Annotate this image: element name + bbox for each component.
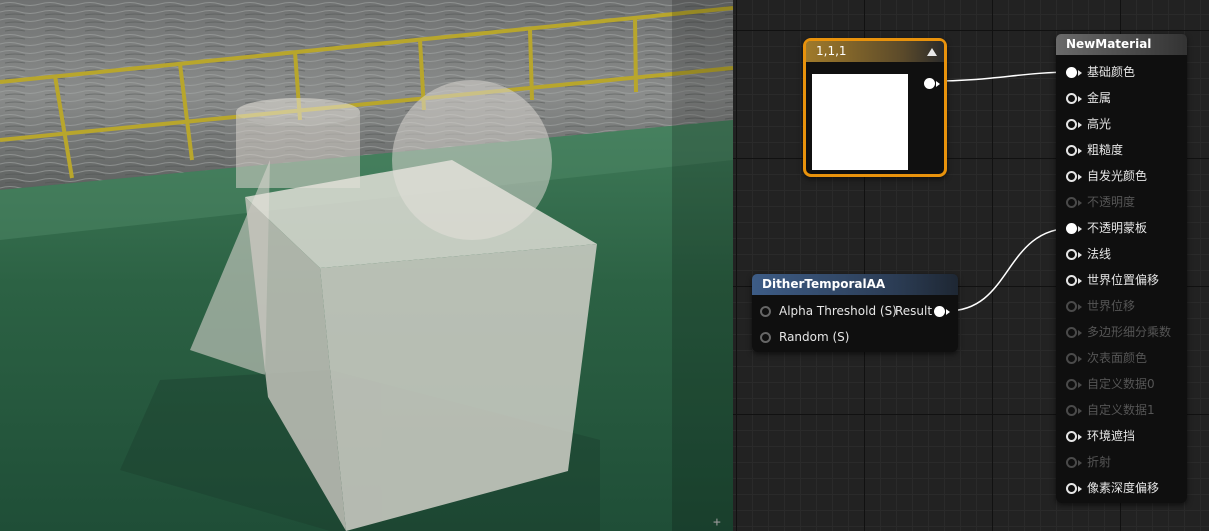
pin-arrow-icon bbox=[1078, 460, 1082, 466]
material-input-pin bbox=[1066, 353, 1077, 364]
pin-arrow-icon bbox=[946, 309, 950, 315]
material-input-pin[interactable] bbox=[1066, 93, 1077, 104]
material-input-pin bbox=[1066, 405, 1077, 416]
material-input-pin bbox=[1066, 379, 1077, 390]
material-input-pin[interactable] bbox=[1066, 119, 1077, 130]
material-graph-canvas[interactable]: 1,1,1 DitherTemporalAA Alpha Threshold (… bbox=[733, 0, 1209, 531]
material-input-pin[interactable] bbox=[1066, 431, 1077, 442]
pin-arrow-icon bbox=[1078, 304, 1082, 310]
material-input-label: 法线 bbox=[1087, 247, 1112, 261]
wire-color-to-base-color bbox=[934, 71, 1074, 82]
material-input-pin[interactable] bbox=[1066, 67, 1077, 78]
pin-arrow-icon bbox=[1078, 96, 1082, 102]
material-input-pin[interactable] bbox=[1066, 171, 1077, 182]
material-input-pin[interactable] bbox=[1066, 145, 1077, 156]
constant-vector-node[interactable]: 1,1,1 bbox=[803, 38, 947, 177]
result-label: Result bbox=[895, 304, 933, 318]
color-swatch bbox=[812, 74, 908, 170]
pin-arrow-icon bbox=[1078, 174, 1082, 180]
material-input-label: 高光 bbox=[1087, 117, 1112, 131]
pin-arrow-icon bbox=[1078, 382, 1082, 388]
material-input-pin bbox=[1066, 327, 1077, 338]
dither-temporal-aa-node[interactable]: DitherTemporalAA Alpha Threshold (S) Ran… bbox=[752, 274, 958, 352]
result-pin[interactable] bbox=[934, 306, 945, 317]
material-input-label: 不透明蒙板 bbox=[1087, 221, 1148, 235]
pin-arrow-icon bbox=[1078, 200, 1082, 206]
pin-arrow-icon bbox=[1078, 70, 1082, 76]
material-input-label: 粗糙度 bbox=[1087, 143, 1124, 157]
constant-node-title: 1,1,1 bbox=[806, 41, 944, 62]
preview-scene bbox=[0, 0, 733, 531]
pin-arrow-icon bbox=[1078, 226, 1082, 232]
pin-arrow-icon bbox=[1078, 408, 1082, 414]
translucent-cylinder bbox=[236, 98, 360, 188]
material-input-label: 自发光颜色 bbox=[1087, 169, 1148, 183]
collapse-triangle-icon[interactable] bbox=[927, 48, 937, 56]
material-input-pin[interactable] bbox=[1066, 223, 1077, 234]
material-input-label: 基础颜色 bbox=[1087, 65, 1136, 79]
material-result-node[interactable]: NewMaterial 基础颜色金属高光粗糙度自发光颜色不透明度不透明蒙板法线世… bbox=[1056, 34, 1187, 503]
pin-arrow-icon bbox=[1078, 148, 1082, 154]
pin-arrow-icon bbox=[1078, 278, 1082, 284]
pin-arrow-icon bbox=[1078, 122, 1082, 128]
material-input-label: 折射 bbox=[1087, 455, 1112, 469]
alpha-threshold-pin[interactable] bbox=[760, 306, 771, 317]
add-icon[interactable]: + bbox=[713, 515, 721, 530]
material-input-pin[interactable] bbox=[1066, 275, 1077, 286]
material-input-pin bbox=[1066, 301, 1077, 312]
material-input-label: 自定义数据1 bbox=[1087, 403, 1155, 417]
material-input-label: 不透明度 bbox=[1087, 195, 1136, 209]
pin-arrow-icon bbox=[1078, 356, 1082, 362]
material-input-label: 多边形细分乘数 bbox=[1087, 325, 1172, 339]
preview-viewport[interactable]: + bbox=[0, 0, 733, 531]
random-label: Random (S) bbox=[779, 330, 850, 344]
pin-arrow-icon bbox=[1078, 330, 1082, 336]
constant-output-pin[interactable] bbox=[924, 78, 935, 89]
material-input-label: 自定义数据0 bbox=[1087, 377, 1155, 391]
pin-arrow-icon bbox=[1078, 434, 1082, 440]
dither-node-title: DitherTemporalAA bbox=[752, 274, 958, 295]
viewport-shade bbox=[672, 0, 733, 531]
material-input-label: 次表面颜色 bbox=[1087, 351, 1148, 365]
wire-result-to-opacity-mask bbox=[946, 227, 1074, 312]
pin-arrow-icon bbox=[936, 81, 940, 87]
material-input-pin bbox=[1066, 457, 1077, 468]
material-input-pin[interactable] bbox=[1066, 483, 1077, 494]
material-input-label: 像素深度偏移 bbox=[1087, 481, 1160, 495]
material-input-label: 金属 bbox=[1087, 91, 1112, 105]
material-input-pin bbox=[1066, 197, 1077, 208]
alpha-threshold-label: Alpha Threshold (S) bbox=[779, 304, 897, 318]
material-input-label: 世界位置偏移 bbox=[1087, 273, 1160, 287]
material-input-label: 世界位移 bbox=[1087, 299, 1136, 313]
material-node-title: NewMaterial bbox=[1056, 34, 1187, 55]
pin-arrow-icon bbox=[1078, 486, 1082, 492]
material-input-label: 环境遮挡 bbox=[1087, 429, 1136, 443]
material-input-pin[interactable] bbox=[1066, 249, 1077, 260]
random-pin[interactable] bbox=[760, 332, 771, 343]
pin-arrow-icon bbox=[1078, 252, 1082, 258]
